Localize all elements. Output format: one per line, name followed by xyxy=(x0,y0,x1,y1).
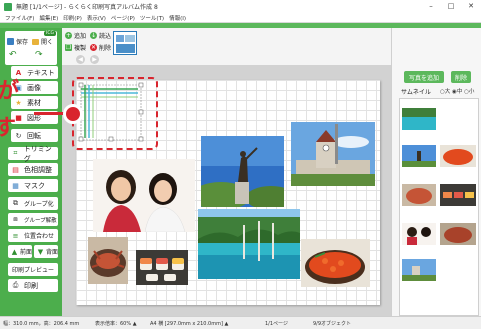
minimize-icon[interactable]: – xyxy=(421,0,441,13)
window-title: 無題 [1/1ページ] - らくらく印刷写真アルバム作成 8 xyxy=(16,4,158,11)
redo-icon: ↷ xyxy=(35,49,43,60)
thumb-girls[interactable] xyxy=(402,223,436,245)
app-icon xyxy=(4,2,12,11)
trimming-tool-button[interactable]: ⌗ トリミング xyxy=(8,145,58,163)
mask-button[interactable]: ▦ マスク xyxy=(8,179,58,192)
thumb-crab-2[interactable] xyxy=(440,223,476,245)
thumbnail-size-options[interactable]: ○大 ◉中 ○小 xyxy=(440,87,474,95)
delete-photo-button[interactable]: 削除 xyxy=(451,71,471,83)
send-back-button[interactable]: ▼ 背面 xyxy=(34,245,58,258)
brand-badge: ICG xyxy=(44,31,56,36)
page-thumb-photo-2 xyxy=(125,35,135,42)
highlight-pointer-line xyxy=(34,112,66,115)
page-toolbar: + 追加 ↓ 読込 ❐ 複製 ✕ 削除 ◀ ▶ xyxy=(62,28,391,65)
open-button[interactable]: 開く xyxy=(32,37,53,46)
redo-button[interactable]: ↷ xyxy=(35,49,43,60)
delete-page-button[interactable]: ✕ 削除 xyxy=(90,42,111,52)
thumb-clock-tower[interactable] xyxy=(402,259,436,281)
add-icon: + xyxy=(65,31,72,39)
close-icon[interactable]: ✕ xyxy=(461,0,481,13)
ungroup-icon: ⧈ xyxy=(13,215,18,223)
photo-lake[interactable] xyxy=(198,209,300,279)
photo-statue[interactable] xyxy=(201,136,284,207)
add-page-button[interactable]: + 追加 xyxy=(65,30,86,40)
menu-print[interactable]: 印刷(P) xyxy=(63,14,82,22)
menu-view[interactable]: 表示(V) xyxy=(87,14,106,22)
front-icon: ▲ xyxy=(11,247,18,256)
photo-crab[interactable] xyxy=(88,237,128,284)
thumb-lake[interactable] xyxy=(402,108,436,130)
read-icon: ↓ xyxy=(90,31,97,39)
status-size: 幅：310.0 mm，高：206.4 mm xyxy=(3,321,80,327)
page-thumb-photo-3 xyxy=(116,44,135,53)
status-objects: 9/9オブジェクト xyxy=(313,321,352,327)
text-tool-icon: A xyxy=(15,68,22,77)
window-controls: – □ ✕ xyxy=(421,0,481,13)
trim-icon: ⌗ xyxy=(13,149,18,157)
folder-icon xyxy=(32,38,39,45)
photo-list[interactable] xyxy=(399,98,479,316)
status-zoom[interactable]: 表示倍率：60% ▲ xyxy=(95,320,137,327)
photo-clock-tower[interactable] xyxy=(291,122,375,186)
page-thumb-photo-1 xyxy=(116,35,124,42)
rotate-tool-button[interactable]: ↻ 回転 xyxy=(11,129,58,142)
ungroup-button[interactable]: ⧈ グループ解散 xyxy=(8,213,58,226)
overlay-text-su: す xyxy=(0,116,17,141)
highlight-pointer-dot xyxy=(63,104,83,124)
color-adjust-button[interactable]: ▤ 色相調整 xyxy=(8,163,58,176)
status-paper[interactable]: A4 横 [297.0mm x 210.0mm] ▲ xyxy=(150,320,228,327)
printer-icon: ⎙ xyxy=(12,281,19,289)
print-preview-button[interactable]: 印刷プレビュー xyxy=(8,263,58,276)
color-adjust-icon: ▤ xyxy=(12,165,19,174)
thumb-statue[interactable] xyxy=(402,145,436,167)
menu-tools[interactable]: ツール(T) xyxy=(140,14,164,22)
print-button[interactable]: ⎙ 印刷 xyxy=(8,279,58,292)
delete-icon: ✕ xyxy=(90,43,97,51)
mask-icon: ▦ xyxy=(12,181,19,190)
status-page: 1/1ページ xyxy=(265,321,288,327)
text-tool-button[interactable]: A テキスト xyxy=(11,66,58,79)
undo-button[interactable]: ↶ xyxy=(9,49,17,60)
status-bar: 幅：310.0 mm，高：206.4 mm 表示倍率：60% ▲ A4 横 [2… xyxy=(0,316,481,329)
menu-edit[interactable]: 編集(E) xyxy=(39,14,58,22)
menu-bar: ファイル(F) 編集(E) 印刷(P) 表示(V) ページ(P) ツール(T) … xyxy=(0,13,481,23)
title-bar: 無題 [1/1ページ] - らくらく印刷写真アルバム作成 8 – □ ✕ xyxy=(0,0,481,13)
overlay-text-ga: が xyxy=(0,79,20,104)
photo-sushi[interactable] xyxy=(136,250,188,285)
align-button[interactable]: ≡ 位置合わせ xyxy=(8,229,58,242)
copy-icon: ❐ xyxy=(65,43,72,51)
bring-front-button[interactable]: ▲ 前面 xyxy=(8,245,32,258)
align-icon: ≡ xyxy=(12,231,19,240)
save-button[interactable]: 保存 xyxy=(7,37,28,46)
menu-page[interactable]: ページ(P) xyxy=(111,14,135,22)
thumbnail-label: サムネイル xyxy=(401,89,431,96)
read-page-button[interactable]: ↓ 読込 xyxy=(90,30,111,40)
undo-icon: ↶ xyxy=(9,49,17,60)
menu-info[interactable]: 情報(I) xyxy=(169,14,186,22)
back-icon: ▼ xyxy=(37,247,44,256)
maximize-icon[interactable]: □ xyxy=(441,0,461,13)
file-tools: ICG 保存 開く ↶ ↷ xyxy=(5,31,57,65)
save-icon xyxy=(7,38,14,45)
selection-highlight xyxy=(72,77,158,150)
menu-file[interactable]: ファイル(F) xyxy=(5,14,34,22)
prev-page-icon[interactable]: ◀ xyxy=(76,55,85,64)
page-thumbnail[interactable] xyxy=(113,31,137,55)
next-page-icon[interactable]: ▶ xyxy=(90,55,99,64)
group-button[interactable]: ⧉ グループ化 xyxy=(8,197,58,210)
group-icon: ⧉ xyxy=(13,199,18,207)
thumb-crab[interactable] xyxy=(402,184,436,206)
tool-panel: ICG 保存 開く ↶ ↷ A テキスト ▣ 画像 ★ 素材 ■ 図形 ↻ 回転 xyxy=(0,28,62,316)
thumb-sushi[interactable] xyxy=(440,184,476,206)
photo-panel: 写真を追加 削除 サムネイル ○大 ◉中 ○小 xyxy=(391,28,481,316)
copy-page-button[interactable]: ❐ 複製 xyxy=(65,42,86,52)
thumb-salmon-roe[interactable] xyxy=(440,145,476,167)
photo-girls[interactable] xyxy=(93,159,195,232)
add-photo-button[interactable]: 写真を追加 xyxy=(404,71,444,83)
photo-salmon-roe[interactable] xyxy=(301,239,370,287)
